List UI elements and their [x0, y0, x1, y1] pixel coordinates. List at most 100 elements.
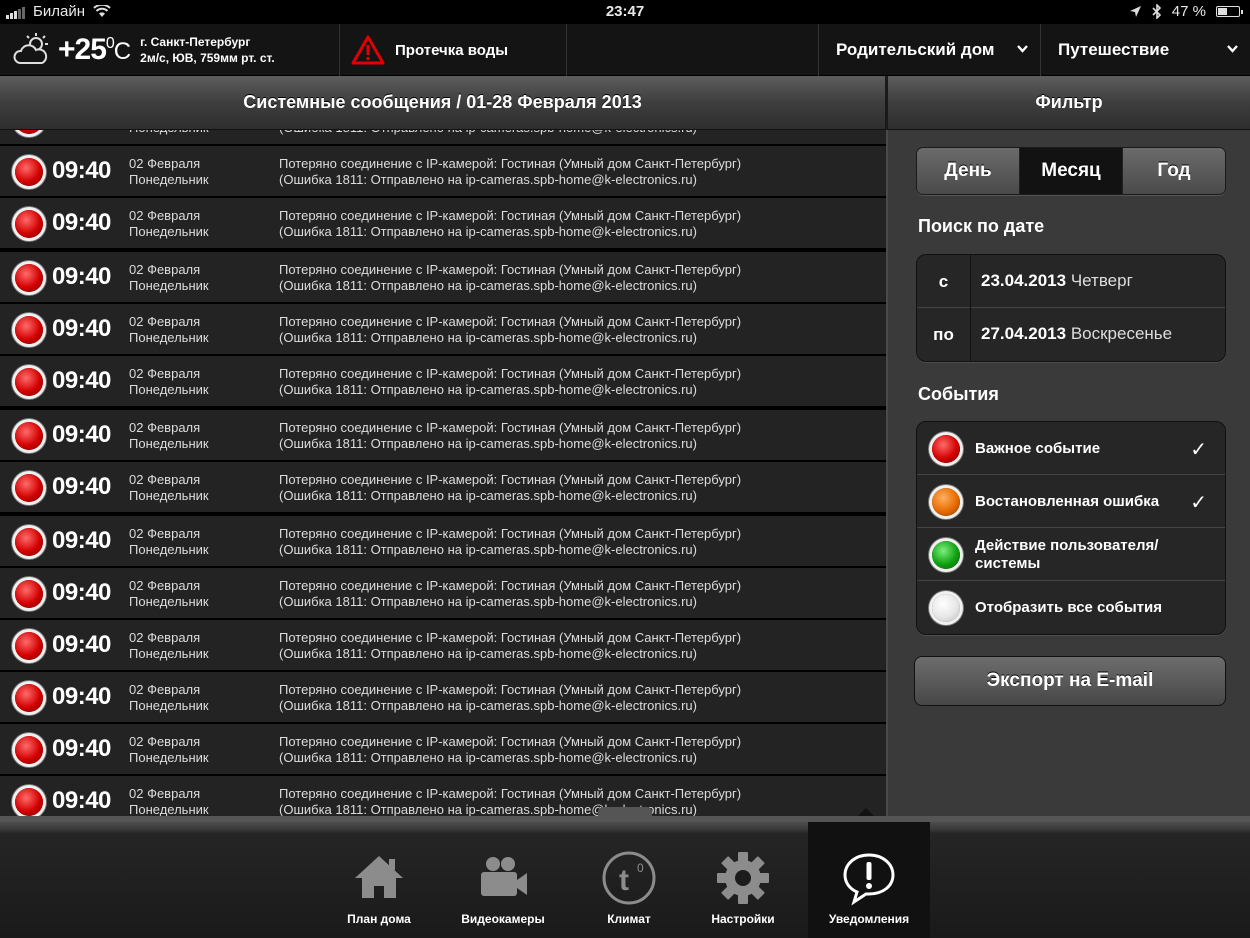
message-weekday: Понедельник [129, 802, 209, 816]
important-event-dot-icon [15, 368, 43, 396]
message-row[interactable]: 09:40 02 ФевраляПонедельник Потеряно сое… [0, 198, 886, 249]
period-segmented-control[interactable]: День Месяц Год [916, 147, 1226, 195]
message-date: 02 ФевраляПонедельник [129, 156, 209, 188]
message-line2: (Ошибка 1811: Отправлено на ip-cameras.s… [279, 698, 697, 713]
important-event-dot-icon [15, 158, 43, 186]
message-row[interactable]: 09:40 02 ФевраляПонедельник Потеряно сое… [0, 304, 886, 355]
message-line1: Потеряно соединение с IP-камерой: Гостин… [279, 682, 742, 697]
notification-icon [843, 853, 895, 906]
export-email-button[interactable]: Экспорт на E-mail [914, 656, 1226, 706]
weather-info: г. Санкт-Петербург 2м/с, ЮВ, 759мм рт. с… [140, 34, 275, 66]
message-time: 09:40 [52, 367, 111, 394]
message-text: Потеряно соединение с IP-камерой: Гостин… [279, 472, 741, 504]
tab-cameras[interactable]: Видеокамеры [447, 822, 559, 938]
temperature-value: +25 [58, 33, 107, 66]
tab-floor-plan[interactable]: План дома [323, 822, 435, 938]
message-text: Потеряно соединение с IP-камерой: Гостин… [279, 314, 741, 346]
message-line1: Потеряно соединение с IP-камерой: Гостин… [279, 420, 742, 435]
message-weekday: Понедельник [129, 488, 209, 503]
segment-month[interactable]: Месяц [1020, 148, 1123, 194]
message-weekday: Понедельник [129, 330, 209, 345]
message-date-day: 02 Февраля [129, 682, 201, 697]
message-weekday: Понедельник [129, 278, 209, 293]
message-row[interactable]: 09:40 02 ФевраляПонедельник Потеряно сое… [0, 146, 886, 197]
tab-notifications[interactable]: Уведомления [808, 822, 930, 938]
event-user-action-label: Действие пользователя/ системы [975, 536, 1159, 572]
message-line2: (Ошибка 1811: Отправлено на ip-cameras.s… [279, 542, 697, 557]
message-row[interactable]: 09:40 02 ФевраляПонедельник Потеряно сое… [0, 568, 886, 619]
chevron-down-icon [1017, 45, 1028, 53]
mode-dropdown[interactable]: Путешествие [1040, 24, 1250, 76]
tab-cameras-label: Видеокамеры [461, 912, 545, 926]
important-event-dot-icon [15, 474, 43, 502]
message-date: 02 ФевраляПонедельник [129, 578, 209, 610]
message-date: 02 ФевраляПонедельник [129, 786, 209, 816]
message-line1: Потеряно соединение с IP-камерой: Гостин… [279, 734, 742, 749]
message-date-day: 02 Февраля [129, 420, 201, 435]
message-line1: Потеряно соединение с IP-камерой: Гостин… [279, 314, 742, 329]
event-show-all-row[interactable]: Отобразить все события [917, 581, 1225, 634]
message-text: Потеряно соединение с IP-камерой: Гостин… [279, 578, 741, 610]
important-event-dot-icon [15, 264, 43, 292]
message-row[interactable]: 09:40 02 ФевраляПонедельник Потеряно сое… [0, 724, 886, 775]
weather-city: г. Санкт-Петербург [140, 35, 251, 49]
message-row[interactable]: 09:40 02 ФевраляПонедельник Потеряно сое… [0, 620, 886, 671]
tab-notifications-label: Уведомления [828, 912, 910, 926]
tab-settings[interactable]: Настройки [687, 822, 799, 938]
message-row[interactable]: 09:40 02 ФевраляПонедельник Потеряно сое… [0, 672, 886, 723]
message-time: 09:40 [52, 787, 111, 814]
date-from-value: 23.04.2013 Четверг [981, 271, 1133, 291]
message-date-day: 02 Февраля [129, 314, 201, 329]
message-row[interactable]: 09:40 02 ФевраляПонедельник Потеряно сое… [0, 516, 886, 567]
message-date: 02 ФевраляПонедельник [129, 630, 209, 662]
message-row[interactable]: 09:40 02 ФевраляПонедельник Потеряно сое… [0, 130, 886, 145]
message-text: Потеряно соединение с IP-камерой: Гостин… [279, 420, 741, 452]
message-row[interactable]: 09:40 02 ФевраляПонедельник Потеряно сое… [0, 252, 886, 303]
message-text: Потеряно соединение с IP-камерой: Гостин… [279, 366, 741, 398]
message-line1: Потеряно соединение с IP-камерой: Гостин… [279, 262, 742, 277]
message-weekday: Понедельник [129, 382, 209, 397]
message-line1: Потеряно соединение с IP-камерой: Гостин… [279, 526, 742, 541]
message-line1: Потеряно соединение с IP-камерой: Гостин… [279, 208, 742, 223]
alert-label: Протечка воды [395, 41, 509, 59]
tab-climate[interactable]: t0 Климат [573, 822, 685, 938]
weather-widget[interactable]: +250C г. Санкт-Петербург 2м/с, ЮВ, 759мм… [0, 24, 340, 76]
message-text: Потеряно соединение с IP-камерой: Гостин… [279, 526, 741, 558]
message-line1: Потеряно соединение с IP-камерой: Гостин… [279, 786, 742, 801]
message-row[interactable]: 09:40 02 ФевраляПонедельник Потеряно сое… [0, 356, 886, 407]
wifi-icon [93, 5, 111, 17]
message-row[interactable]: 09:40 02 ФевраляПонедельник Потеряно сое… [0, 462, 886, 513]
event-user-action-row[interactable]: Действие пользователя/ системы [917, 528, 1225, 581]
message-line2: (Ошибка 1811: Отправлено на ip-cameras.s… [279, 802, 697, 816]
message-weekday: Понедельник [129, 224, 209, 239]
date-from-row[interactable]: с 23.04.2013 Четверг [917, 255, 1225, 308]
water-leak-alert[interactable]: Протечка воды [341, 24, 567, 76]
climate-icon: t0 [602, 851, 656, 905]
segment-day[interactable]: День [917, 148, 1020, 194]
message-time: 09:40 [52, 683, 111, 710]
message-date: 02 ФевраляПонедельник [129, 682, 209, 714]
degree-mark: 0 [105, 35, 115, 52]
event-recovered-row[interactable]: Востановленная ошибка ✓ [917, 475, 1225, 528]
important-event-dot-icon [15, 528, 43, 556]
important-event-dot-icon [15, 736, 43, 764]
message-line1: Потеряно соединение с IP-камерой: Гостин… [279, 472, 742, 487]
message-row[interactable]: 09:40 02 ФевраляПонедельник Потеряно сое… [0, 410, 886, 461]
date-to-row[interactable]: по 27.04.2013 Воскресенье [917, 308, 1225, 361]
segment-year[interactable]: Год [1123, 148, 1225, 194]
event-important-row[interactable]: Важное событие ✓ [917, 422, 1225, 475]
date-to-label: по [917, 308, 971, 361]
mode-dropdown-label: Путешествие [1058, 40, 1170, 59]
message-row[interactable]: 09:40 02 ФевраляПонедельник Потеряно сое… [0, 776, 886, 816]
message-text: Потеряно соединение с IP-камерой: Гостин… [279, 208, 741, 240]
tab-bar: План дома Видеокамеры t0 Климат Настройк… [0, 816, 1250, 938]
message-time: 09:40 [52, 315, 111, 342]
location-dropdown[interactable]: Родительский дом [818, 24, 1040, 76]
message-date-day: 02 Февраля [129, 156, 201, 171]
message-list[interactable]: 09:40 02 Февраля Понедельник Потеряно сое… [0, 130, 886, 816]
message-line2: (Ошибка 1811: Отправлено на ip-cameras.s… [279, 750, 697, 765]
event-show-all-label: Отобразить все события [975, 598, 1162, 616]
important-event-dot-icon [15, 422, 43, 450]
tab-settings-label: Настройки [711, 912, 775, 926]
message-line2: (Ошибка 1811: Отправлено на ip-cameras.s… [279, 594, 697, 609]
